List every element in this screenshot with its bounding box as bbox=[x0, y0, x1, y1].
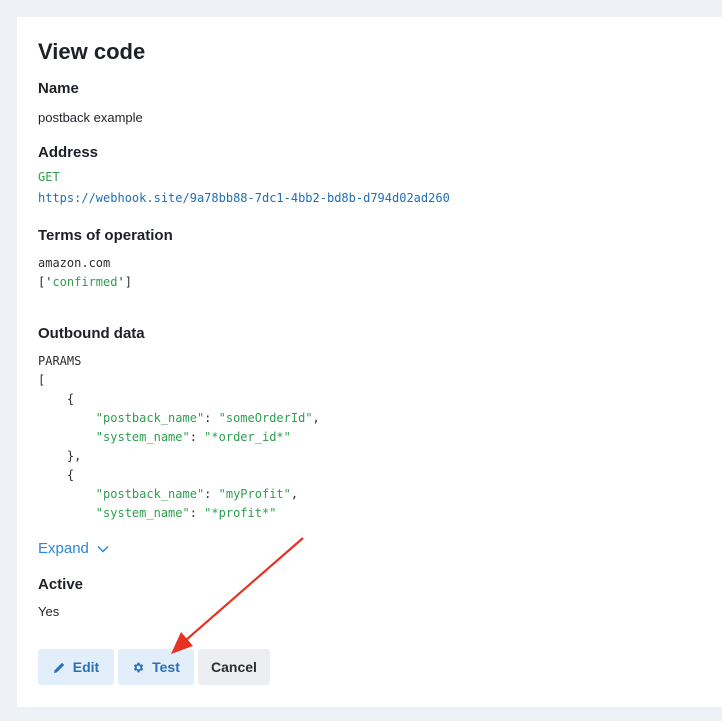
pencil-icon bbox=[53, 661, 66, 674]
code-token: : bbox=[189, 506, 205, 520]
code-token: "system_name" bbox=[95, 506, 190, 520]
code-token: [ bbox=[38, 373, 46, 387]
active-label: Active bbox=[38, 576, 84, 593]
terms-status-close: '] bbox=[117, 275, 132, 289]
terms-status-open: [' bbox=[38, 275, 53, 289]
outbound-code-block: [ { "postback_name": "someOrderId", "sys… bbox=[38, 371, 320, 523]
code-token: , bbox=[290, 487, 299, 501]
terms-status-value: confirmed bbox=[52, 275, 118, 289]
address-label: Address bbox=[38, 144, 99, 161]
outbound-label: Outbound data bbox=[38, 325, 145, 342]
chevron-down-icon bbox=[97, 540, 109, 557]
test-button[interactable]: Test bbox=[118, 649, 194, 685]
code-token: { bbox=[66, 468, 75, 482]
code-token: "myProfit" bbox=[218, 487, 291, 501]
code-line: [ bbox=[38, 371, 320, 390]
code-token: : bbox=[204, 411, 219, 425]
params-heading: PARAMS bbox=[38, 354, 82, 368]
code-line: { bbox=[38, 466, 320, 485]
terms-domain: amazon.com bbox=[38, 256, 111, 270]
code-token: "postback_name" bbox=[95, 487, 205, 501]
active-value: Yes bbox=[38, 604, 60, 619]
code-line: }, bbox=[38, 447, 320, 466]
page-title: View code bbox=[38, 39, 146, 64]
code-line: "postback_name": "myProfit", bbox=[38, 485, 320, 504]
code-token: : bbox=[189, 430, 205, 444]
code-token: "someOrderId" bbox=[218, 411, 313, 425]
edit-button[interactable]: Edit bbox=[38, 649, 114, 685]
cancel-button[interactable]: Cancel bbox=[198, 649, 270, 685]
code-token: : bbox=[204, 487, 219, 501]
http-method: GET bbox=[38, 170, 60, 184]
code-token: , bbox=[312, 411, 320, 425]
code-line: "postback_name": "someOrderId", bbox=[38, 409, 320, 428]
name-label: Name bbox=[38, 80, 79, 97]
code-token: }, bbox=[66, 449, 82, 463]
terms-status: ['confirmed'] bbox=[38, 273, 132, 292]
expand-label: Expand bbox=[38, 540, 89, 557]
name-value: postback example bbox=[38, 110, 143, 125]
code-token: "*profit*" bbox=[204, 506, 277, 520]
code-line: "system_name": "*profit*" bbox=[38, 504, 320, 523]
code-token: { bbox=[66, 392, 75, 406]
code-line: { bbox=[38, 390, 320, 409]
expand-toggle[interactable]: Expand bbox=[38, 540, 109, 557]
test-button-label: Test bbox=[152, 659, 180, 675]
webhook-url: https://webhook.site/9a78bb88-7dc1-4bb2-… bbox=[38, 191, 450, 205]
view-code-card: View code Name postback example Address … bbox=[17, 17, 722, 707]
terms-label: Terms of operation bbox=[38, 227, 173, 244]
edit-button-label: Edit bbox=[72, 659, 100, 675]
gear-icon bbox=[132, 661, 145, 674]
code-token: "postback_name" bbox=[95, 411, 205, 425]
code-line: "system_name": "*order_id*" bbox=[38, 428, 320, 447]
code-token: "*order_id*" bbox=[204, 430, 291, 444]
code-token: "system_name" bbox=[95, 430, 190, 444]
cancel-button-label: Cancel bbox=[211, 659, 257, 675]
